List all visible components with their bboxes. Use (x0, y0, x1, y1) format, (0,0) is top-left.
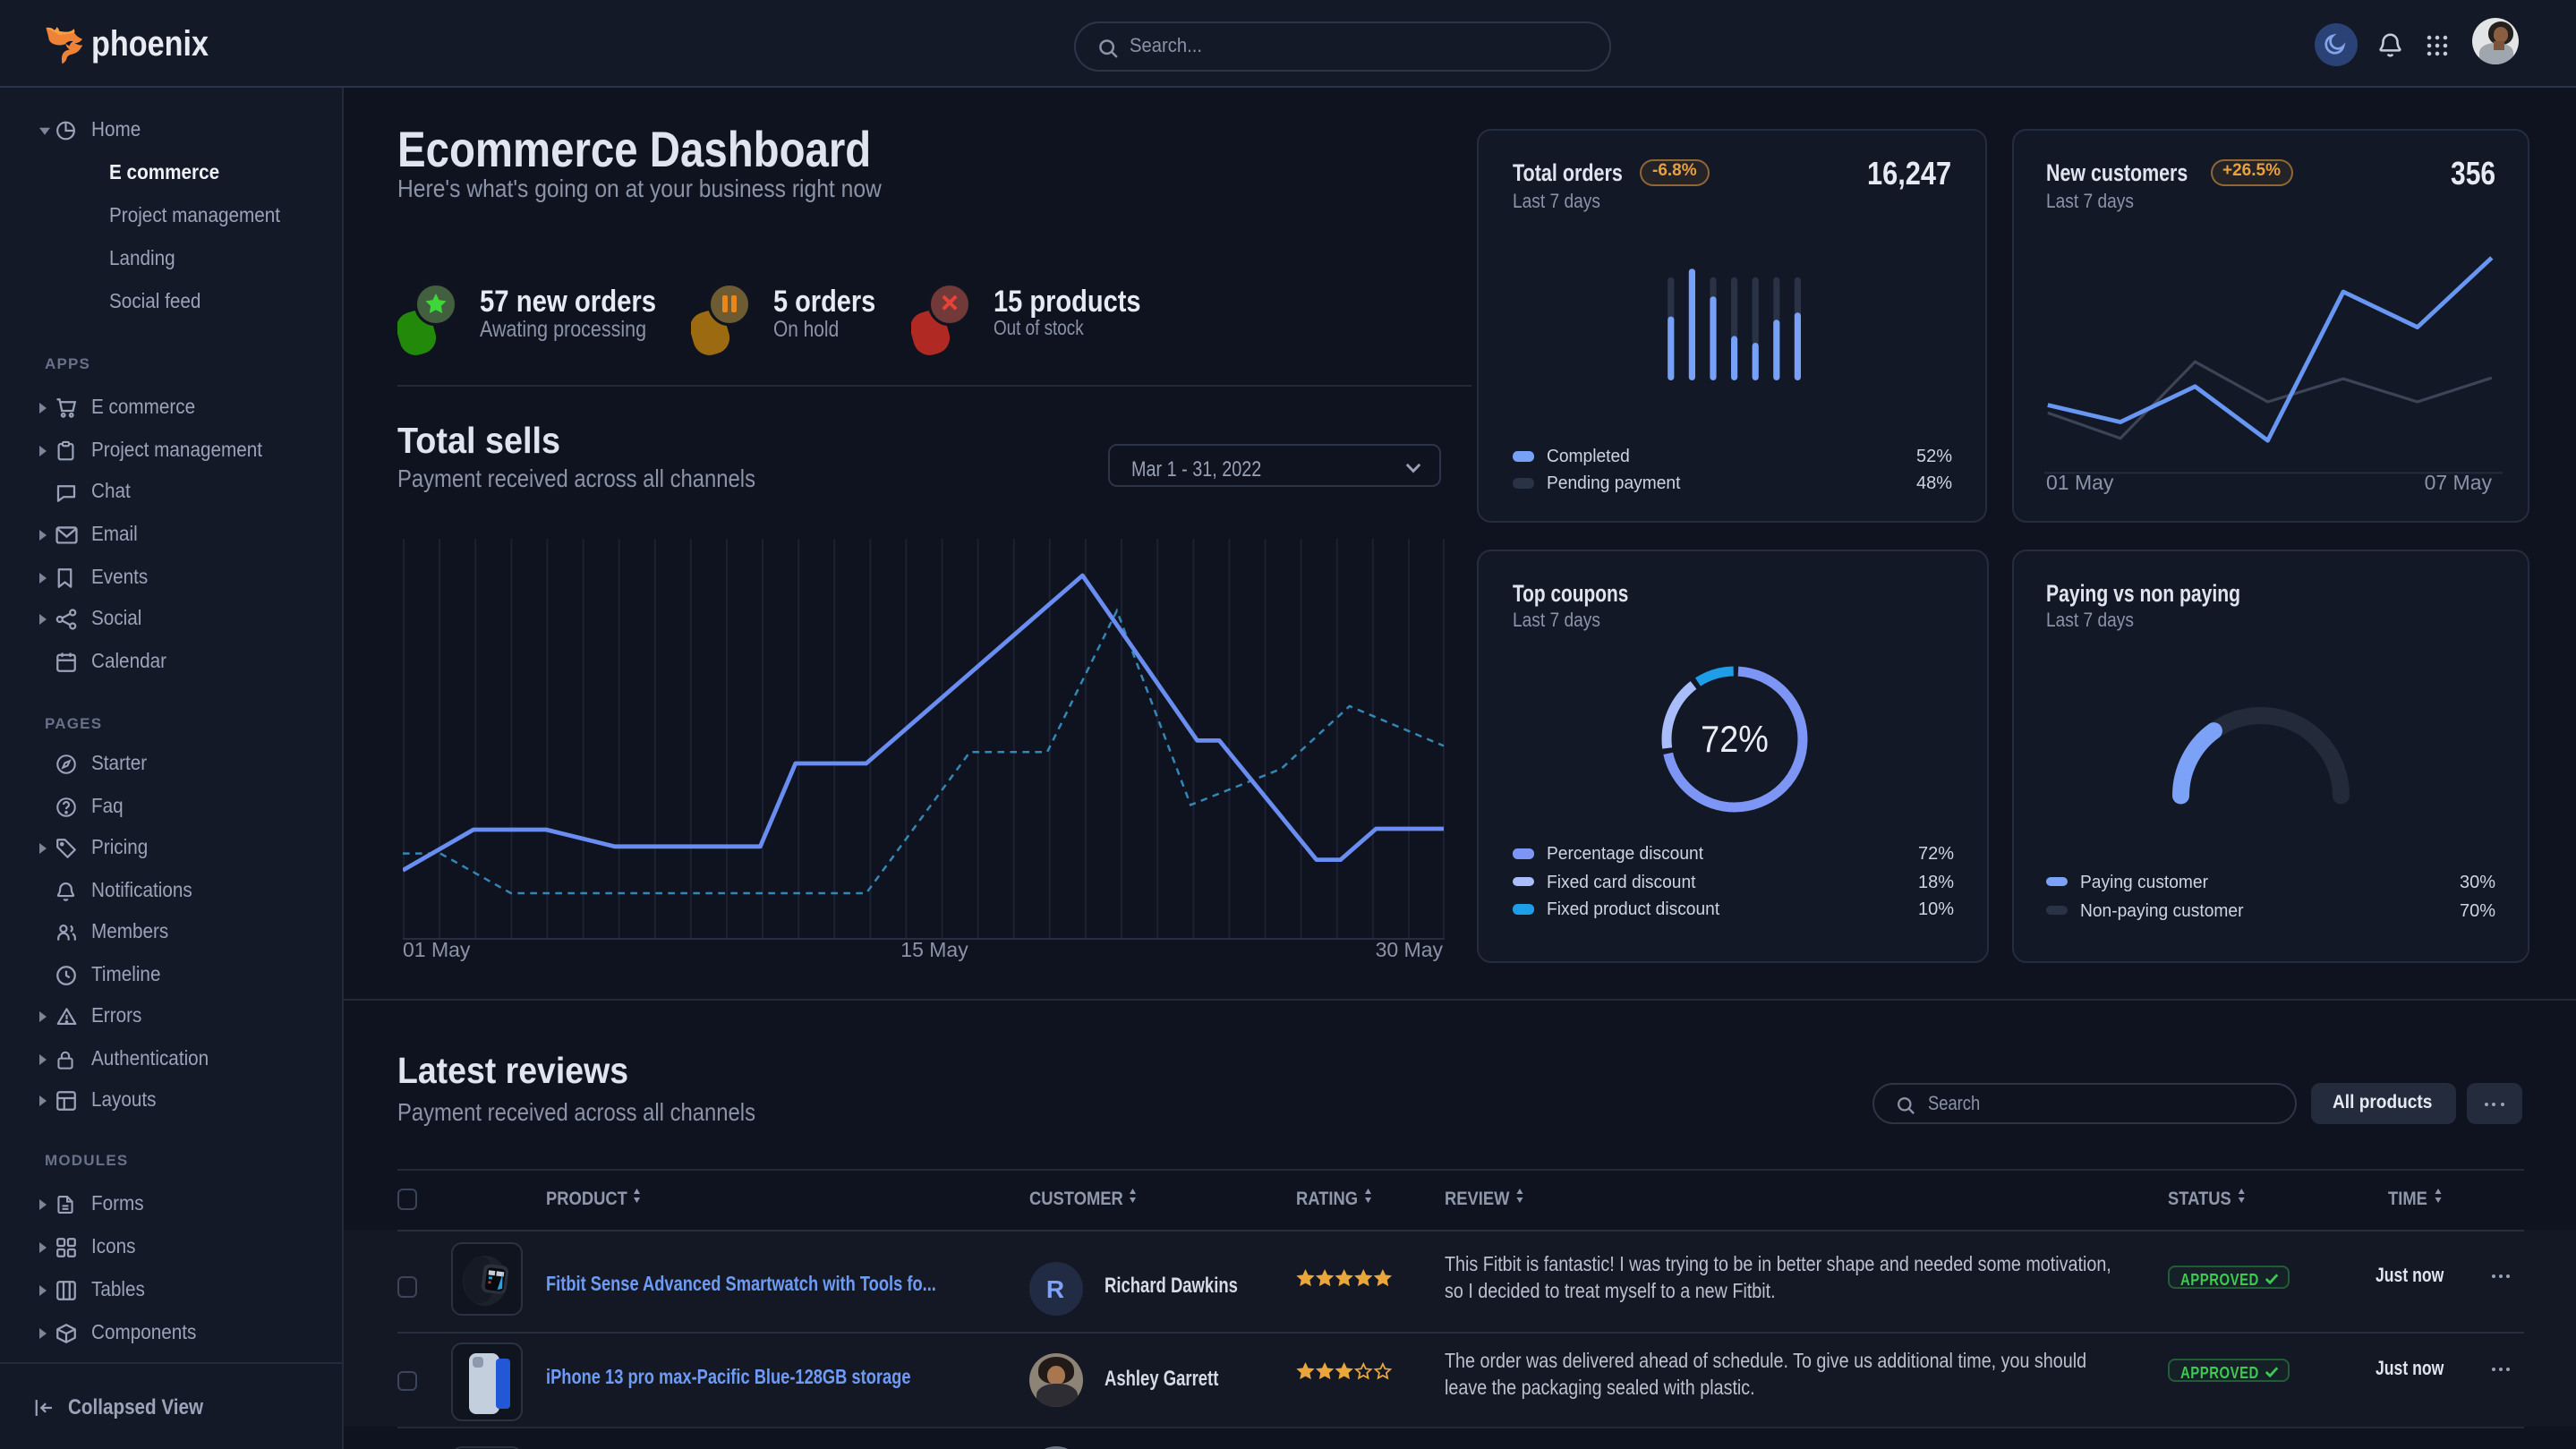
svg-text:72%: 72% (1701, 718, 1769, 759)
svg-text:01 May: 01 May (2045, 471, 2113, 494)
svg-text:07 May: 07 May (2424, 471, 2492, 494)
svg-text:01 May: 01 May (402, 938, 470, 961)
svg-text:30 May: 30 May (1375, 938, 1443, 961)
svg-text:15 May: 15 May (900, 938, 968, 961)
